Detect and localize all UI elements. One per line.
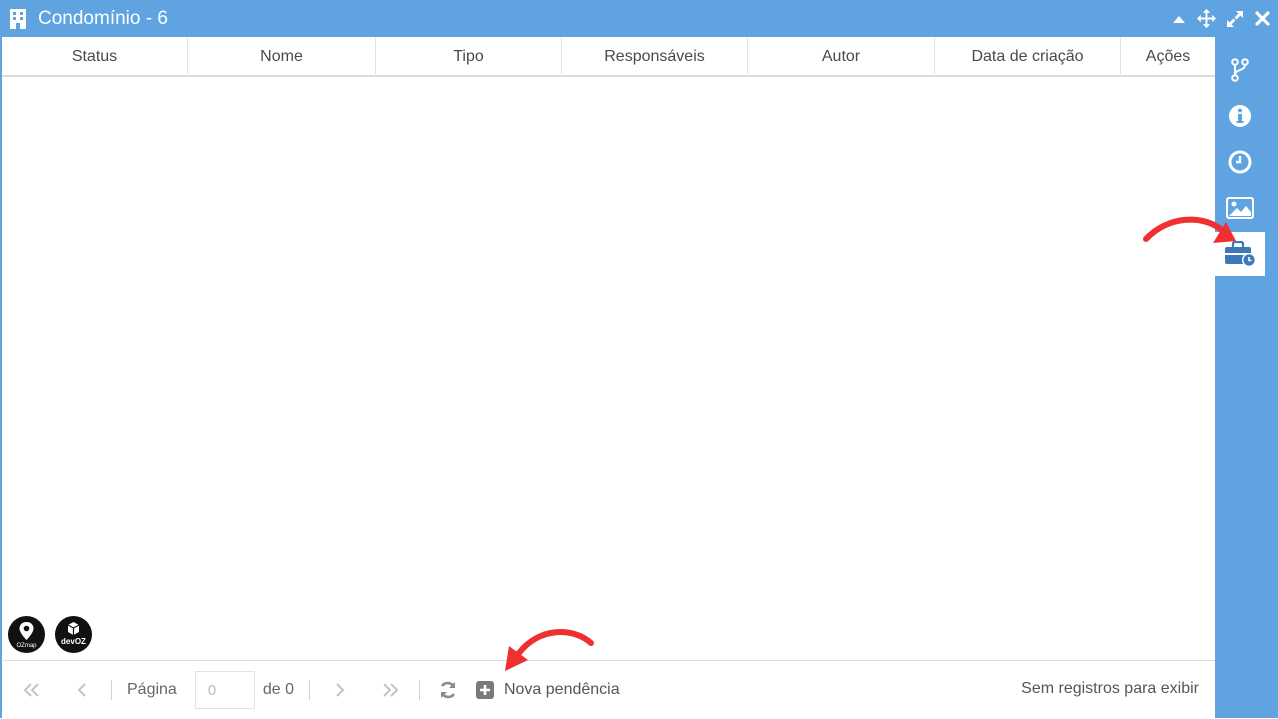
column-header-type[interactable]: Tipo (376, 37, 562, 77)
column-header-responsible[interactable]: Responsáveis (562, 37, 748, 77)
last-page-button[interactable] (378, 678, 402, 702)
divider (308, 680, 310, 700)
branch-icon (1231, 58, 1249, 82)
briefcase-clock-icon (1225, 241, 1256, 267)
double-chevron-right-icon (383, 683, 399, 697)
chevron-left-icon (77, 683, 86, 697)
new-pending-label: Nova pendência (503, 681, 620, 698)
collapse-icon[interactable] (1169, 9, 1188, 28)
ozmap-logo: OZmap (8, 616, 45, 653)
divider (418, 680, 420, 700)
sidebar-item-images[interactable] (1215, 186, 1265, 230)
image-icon (1226, 197, 1254, 219)
column-header-author[interactable]: Autor (748, 37, 935, 77)
sidebar-item-pending[interactable] (1215, 232, 1265, 276)
next-page-button[interactable] (328, 678, 352, 702)
sidebar-item-info[interactable] (1215, 94, 1265, 138)
refresh-button[interactable] (436, 678, 460, 702)
column-header-created-date[interactable]: Data de criação (935, 37, 1121, 77)
divider (111, 680, 112, 700)
brand-logos: OZmap devOZ (8, 616, 92, 653)
window-controls (1169, 9, 1272, 29)
first-page-button[interactable] (20, 678, 44, 702)
info-icon (1229, 105, 1251, 127)
table-header: Status Nome Tipo Responsáveis Autor Data… (2, 37, 1215, 77)
clock-icon (1228, 150, 1252, 174)
column-header-name[interactable]: Nome (188, 37, 376, 77)
chevron-right-icon (336, 683, 345, 697)
title-bar[interactable]: Condomínio - 6 (0, 0, 1278, 38)
devoz-logo-text: devOZ (61, 637, 86, 646)
previous-page-button[interactable] (70, 678, 94, 702)
ozmap-logo-text: OZmap (16, 643, 37, 649)
maximize-icon[interactable] (1225, 9, 1244, 28)
double-chevron-left-icon (23, 683, 39, 697)
close-icon[interactable] (1253, 9, 1272, 28)
pager: Página de 0 (2, 661, 620, 719)
pagination-toolbar: Página de 0 (2, 660, 1215, 718)
right-sidebar (1215, 37, 1278, 718)
page-label: Página (127, 681, 177, 698)
devoz-logo: devOZ (55, 616, 92, 653)
building-icon (10, 9, 26, 29)
new-pending-button[interactable]: Nova pendência (475, 681, 620, 699)
move-icon[interactable] (1197, 9, 1216, 28)
sidebar-item-connections[interactable] (1215, 48, 1265, 92)
window-title: Condomínio - 6 (38, 8, 168, 29)
records-status: Sem registros para exibir (1021, 680, 1199, 697)
refresh-icon (440, 681, 456, 699)
sidebar-item-history[interactable] (1215, 140, 1265, 184)
column-header-status[interactable]: Status (2, 37, 188, 77)
page-number-input[interactable] (194, 671, 255, 709)
pending-panel: Status Nome Tipo Responsáveis Autor Data… (2, 37, 1215, 718)
plus-square-icon (475, 681, 494, 699)
page-count-label: de 0 (262, 681, 294, 698)
window: Condomínio - 6 Status Nome Tipo Responsá… (0, 0, 1278, 718)
column-header-actions[interactable]: Ações (1121, 37, 1215, 77)
